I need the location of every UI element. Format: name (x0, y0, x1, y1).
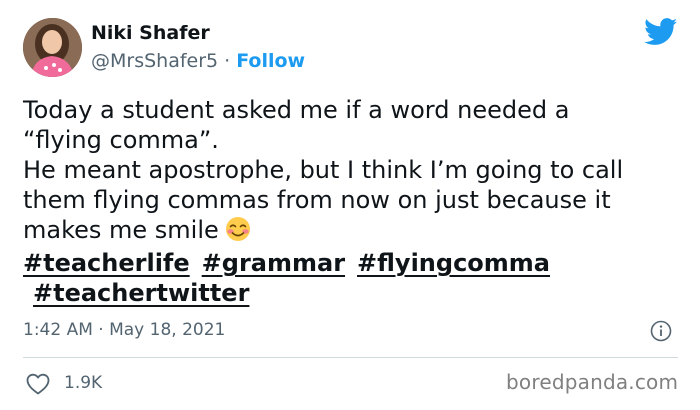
watermark: boredpanda.com (506, 370, 679, 394)
twitter-bird-icon[interactable] (644, 18, 678, 46)
tweet-line: them flying commas from now on just beca… (23, 186, 611, 214)
heart-icon[interactable] (25, 372, 51, 396)
tweet-line: Today a student asked me if a word neede… (23, 96, 570, 124)
tweet-line-with-emoji: makes me smile (23, 215, 683, 245)
hashtag-link[interactable]: #teacherlife (23, 249, 190, 277)
tweet-line: He meant apostrophe, but I think I’m goi… (23, 156, 624, 184)
follow-button[interactable]: Follow (236, 50, 305, 72)
hashtag-list: #teacherlife #grammar #flyingcomma #teache… (23, 248, 683, 308)
author-handle-row: @MrsShafer5 · Follow (91, 50, 305, 72)
author-display-name[interactable]: Niki Shafer (91, 22, 210, 44)
hashtag-link[interactable]: #teachertwitter (33, 279, 249, 307)
smiling-face-emoji-icon (225, 217, 250, 241)
info-icon[interactable] (650, 320, 672, 342)
like-count: 1.9K (64, 373, 103, 393)
author-handle[interactable]: @MrsShafer5 (91, 50, 218, 72)
tweet-card: Niki Shafer @MrsShafer5 · Follow Today a s… (0, 0, 700, 410)
separator-dot: · (224, 50, 231, 72)
divider (23, 357, 678, 358)
hashtag-link[interactable]: #grammar (202, 249, 345, 277)
tweet-line: makes me smile (23, 216, 219, 244)
tweet-timestamp[interactable]: 1:42 AM · May 18, 2021 (23, 320, 225, 340)
tweet-text: Today a student asked me if a word neede… (23, 95, 683, 308)
avatar[interactable] (23, 18, 82, 77)
hashtag-link[interactable]: #flyingcomma (357, 249, 550, 277)
tweet-line: “flying comma”. (23, 126, 219, 154)
